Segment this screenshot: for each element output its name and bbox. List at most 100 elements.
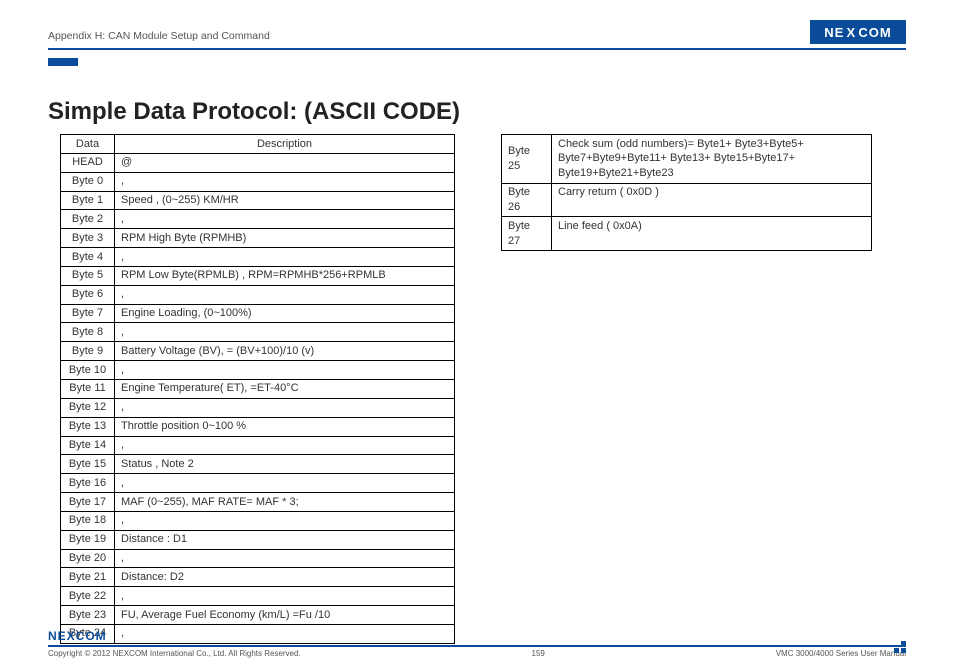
cell-description: FU, Average Fuel Economy (km/L) =Fu /10 <box>115 606 455 625</box>
page-title: Simple Data Protocol: (ASCII CODE) <box>48 98 906 126</box>
table-row: Byte 13Throttle position 0~100 % <box>61 417 455 436</box>
cell-description: , <box>115 474 455 493</box>
cell-data: Byte 17 <box>61 493 115 512</box>
cell-data: Byte 20 <box>61 549 115 568</box>
table-row: HEAD@ <box>61 153 455 172</box>
table-row: Byte 25Check sum (odd numbers)= Byte1+ B… <box>502 135 872 184</box>
page-footer: NEXCOM Copyright © 2012 NEXCOM Internati… <box>48 629 906 658</box>
table-row: Byte 27Line feed ( 0x0A) <box>502 217 872 251</box>
cell-description: , <box>115 172 455 191</box>
logo-part1: NE <box>824 25 844 40</box>
table-row: Byte 12, <box>61 398 455 417</box>
footer-copyright: Copyright © 2012 NEXCOM International Co… <box>48 649 301 658</box>
cell-data: Byte 11 <box>61 379 115 398</box>
table-row: Byte 9Battery Voltage (BV), = (BV+100)/1… <box>61 342 455 361</box>
cell-data: Byte 7 <box>61 304 115 323</box>
cell-data: Byte 3 <box>61 229 115 248</box>
table-row: Byte 10, <box>61 361 455 380</box>
cell-description: Engine Temperature( ET), =ET-40°C <box>115 379 455 398</box>
cell-description: Carry return ( 0x0D ) <box>552 183 872 217</box>
table-row: Byte 0, <box>61 172 455 191</box>
cell-description: , <box>115 549 455 568</box>
cell-data: Byte 15 <box>61 455 115 474</box>
cell-data: Byte 10 <box>61 361 115 380</box>
table-row: Byte 23FU, Average Fuel Economy (km/L) =… <box>61 606 455 625</box>
cell-description: , <box>115 511 455 530</box>
cell-data: Byte 4 <box>61 248 115 267</box>
table-row: Byte 26Carry return ( 0x0D ) <box>502 183 872 217</box>
cell-description: , <box>115 398 455 417</box>
table-row: Byte 14, <box>61 436 455 455</box>
table-row: Byte 11Engine Temperature( ET), =ET-40°C <box>61 379 455 398</box>
cell-description: , <box>115 210 455 229</box>
cell-description: , <box>115 323 455 342</box>
cell-description: Status , Note 2 <box>115 455 455 474</box>
cell-description: RPM High Byte (RPMHB) <box>115 229 455 248</box>
cell-description: Line feed ( 0x0A) <box>552 217 872 251</box>
protocol-table-cont: Byte 25Check sum (odd numbers)= Byte1+ B… <box>501 134 872 251</box>
table-row: Byte 21Distance: D2 <box>61 568 455 587</box>
cell-data: Byte 9 <box>61 342 115 361</box>
cell-data: HEAD <box>61 153 115 172</box>
cell-description: Speed , (0~255) KM/HR <box>115 191 455 210</box>
cell-description: RPM Low Byte(RPMLB) , RPM=RPMHB*256+RPML… <box>115 266 455 285</box>
header-rule <box>48 48 906 58</box>
cell-description: Distance : D1 <box>115 530 455 549</box>
cell-data: Byte 25 <box>502 135 552 184</box>
table-row: Byte 15Status , Note 2 <box>61 455 455 474</box>
cell-description: , <box>115 436 455 455</box>
cell-data: Byte 16 <box>61 474 115 493</box>
table-row: Byte 4, <box>61 248 455 267</box>
protocol-table-main: Data Description HEAD@Byte 0,Byte 1Speed… <box>60 134 455 644</box>
table-row: Byte 6, <box>61 285 455 304</box>
table-row: Byte 19Distance : D1 <box>61 530 455 549</box>
footer-logo: NEXCOM <box>48 629 906 643</box>
table-row: Byte 7Engine Loading, (0~100%) <box>61 304 455 323</box>
cell-data: Byte 5 <box>61 266 115 285</box>
footer-manual-name: VMC 3000/4000 Series User Manual <box>776 649 906 658</box>
cell-description: Check sum (odd numbers)= Byte1+ Byte3+By… <box>552 135 872 184</box>
cell-data: Byte 27 <box>502 217 552 251</box>
col-description: Description <box>115 135 455 154</box>
cell-data: Byte 23 <box>61 606 115 625</box>
cell-data: Byte 21 <box>61 568 115 587</box>
table-row: Byte 2, <box>61 210 455 229</box>
cell-description: , <box>115 361 455 380</box>
cell-data: Byte 12 <box>61 398 115 417</box>
table-row: Byte 3RPM High Byte (RPMHB) <box>61 229 455 248</box>
cell-description: , <box>115 248 455 267</box>
cell-data: Byte 1 <box>61 191 115 210</box>
table-row: Byte 20, <box>61 549 455 568</box>
table-header-row: Data Description <box>61 135 455 154</box>
table-row: Byte 22, <box>61 587 455 606</box>
footer-page-number: 159 <box>532 649 545 658</box>
cell-data: Byte 13 <box>61 417 115 436</box>
appendix-label: Appendix H: CAN Module Setup and Command <box>48 30 270 44</box>
cell-data: Byte 18 <box>61 511 115 530</box>
table-row: Byte 5RPM Low Byte(RPMLB) , RPM=RPMHB*25… <box>61 266 455 285</box>
table-row: Byte 16, <box>61 474 455 493</box>
cell-description: Battery Voltage (BV), = (BV+100)/10 (v) <box>115 342 455 361</box>
cell-data: Byte 8 <box>61 323 115 342</box>
cell-description: Throttle position 0~100 % <box>115 417 455 436</box>
cell-description: , <box>115 587 455 606</box>
logo-x-icon: X <box>844 25 858 40</box>
table-row: Byte 8, <box>61 323 455 342</box>
cell-description: , <box>115 285 455 304</box>
cell-data: Byte 2 <box>61 210 115 229</box>
cell-data: Byte 0 <box>61 172 115 191</box>
logo-part2: COM <box>858 25 891 40</box>
cell-data: Byte 22 <box>61 587 115 606</box>
table-row: Byte 17MAF (0~255), MAF RATE= MAF * 3; <box>61 493 455 512</box>
cell-data: Byte 19 <box>61 530 115 549</box>
col-data: Data <box>61 135 115 154</box>
footer-ornament-icon <box>894 641 906 653</box>
nexcom-logo: NEXCOM <box>810 20 906 44</box>
cell-description: Distance: D2 <box>115 568 455 587</box>
table-row: Byte 18, <box>61 511 455 530</box>
cell-data: Byte 14 <box>61 436 115 455</box>
cell-description: MAF (0~255), MAF RATE= MAF * 3; <box>115 493 455 512</box>
cell-data: Byte 26 <box>502 183 552 217</box>
cell-description: Engine Loading, (0~100%) <box>115 304 455 323</box>
table-row: Byte 1Speed , (0~255) KM/HR <box>61 191 455 210</box>
